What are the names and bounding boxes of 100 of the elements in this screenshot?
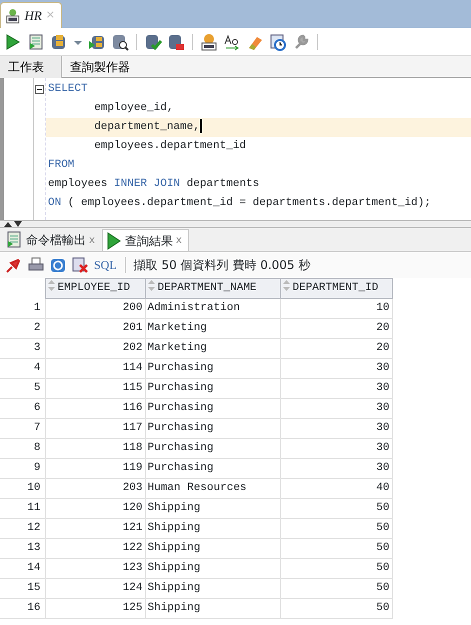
table-cell: Shipping (145, 598, 280, 618)
code-line: employee_id, (93, 101, 174, 116)
sort-icon (48, 280, 54, 292)
table-cell: 30 (280, 438, 392, 458)
table-cell: 50 (280, 598, 392, 618)
table-cell: 40 (280, 478, 392, 498)
database-undo-icon[interactable] (167, 32, 185, 50)
row-number: 1 (0, 298, 45, 318)
table-cell: Purchasing (145, 378, 280, 398)
database-search-icon[interactable] (111, 32, 129, 50)
result-tab[interactable]: 查詢結果 x (102, 229, 189, 251)
table-cell: 30 (280, 358, 392, 378)
database-check-icon[interactable] (144, 32, 162, 50)
table-cell: 30 (280, 398, 392, 418)
table-cell: Purchasing (145, 398, 280, 418)
row-number: 4 (0, 358, 45, 378)
row-number: 8 (0, 438, 45, 458)
row-number: 14 (0, 558, 45, 578)
table-cell: 117 (45, 418, 145, 438)
run-icon (104, 232, 122, 250)
table-cell: 119 (45, 458, 145, 478)
table-cell: 50 (280, 578, 392, 598)
code-line: employees INNER JOIN departments (47, 177, 260, 192)
table-cell: 201 (45, 318, 145, 338)
result-tab[interactable]: 命令檔輸出 x (3, 229, 102, 251)
table-cell: 50 (280, 558, 392, 578)
table-cell: 30 (280, 378, 392, 398)
sort-icon (148, 280, 154, 292)
table-cell: 116 (45, 398, 145, 418)
tab-title: HR (24, 6, 42, 25)
table-cell: Purchasing (145, 358, 280, 378)
document-icon (6, 231, 23, 249)
table-cell: Shipping (145, 558, 280, 578)
table-cell: 125 (45, 598, 145, 618)
table-cell: 123 (45, 558, 145, 578)
code-line: employees.department_id (93, 139, 248, 154)
document-tab[interactable]: HR × (0, 2, 62, 28)
column-header[interactable]: EMPLOYEE_ID (45, 278, 145, 298)
table-cell: 30 (280, 458, 392, 478)
collapse-icon[interactable] (35, 85, 44, 94)
row-number: 10 (0, 478, 45, 498)
row-number: 5 (0, 378, 45, 398)
tab-label: 命令檔輸出 (26, 232, 86, 249)
row-number: 13 (0, 538, 45, 558)
text-cursor (200, 119, 202, 134)
code-line: FROM (47, 158, 76, 173)
column-header[interactable]: DEPARTMENT_NAME (145, 278, 280, 298)
table-cell: 50 (280, 498, 392, 518)
run-icon[interactable] (4, 32, 22, 50)
row-number: 9 (0, 458, 45, 478)
splitter-arrows-icon[interactable] (3, 221, 25, 227)
tab-label: 查詢結果 (124, 232, 173, 250)
print-icon[interactable] (28, 257, 44, 273)
row-number: 12 (0, 518, 45, 538)
column-header[interactable]: DEPARTMENT_ID (280, 278, 392, 298)
table-cell: Human Resources (145, 478, 280, 498)
table-cell: Shipping (145, 498, 280, 518)
table-cell: 50 (280, 518, 392, 538)
table-cell: 114 (45, 358, 145, 378)
table-cell: Shipping (145, 538, 280, 558)
table-cell: Marketing (145, 338, 280, 358)
delete-icon[interactable] (72, 257, 88, 273)
font-case-icon[interactable] (223, 32, 241, 50)
code-line: ON ( employees.department_id = departments.department_id); (47, 196, 432, 211)
row-number: 15 (0, 578, 45, 598)
editor-tab[interactable]: 工作表 (0, 56, 62, 78)
table-cell: 115 (45, 378, 145, 398)
table-cell: 50 (280, 538, 392, 558)
table-cell: 118 (45, 438, 145, 458)
table-cell: 120 (45, 498, 145, 518)
close-button[interactable]: x (176, 233, 182, 248)
table-cell: 20 (280, 318, 392, 338)
row-number: 16 (0, 598, 45, 618)
table-cell: Purchasing (145, 418, 280, 438)
table-cell: Shipping (145, 578, 280, 598)
table-cell: 10 (280, 298, 392, 318)
row-number: 7 (0, 418, 45, 438)
script-icon[interactable] (27, 32, 45, 50)
table-cell: 30 (280, 418, 392, 438)
table-cell: 122 (45, 538, 145, 558)
table-cell: Administration (145, 298, 280, 318)
pin-icon[interactable] (6, 257, 22, 273)
table-cell: 124 (45, 578, 145, 598)
table-cell: Shipping (145, 518, 280, 538)
row-number: 11 (0, 498, 45, 518)
clock-icon[interactable] (269, 32, 287, 50)
table-cell: Marketing (145, 318, 280, 338)
row-number: 3 (0, 338, 45, 358)
row-number: 2 (0, 318, 45, 338)
table-cell: Purchasing (145, 458, 280, 478)
code-line: SELECT (47, 82, 89, 97)
table-cell: 200 (45, 298, 145, 318)
status-text: 擷取 50 個資料列 費時 0.005 秒 (134, 257, 310, 274)
table-cell: 121 (45, 518, 145, 538)
sort-icon (282, 280, 290, 292)
table-cell: Purchasing (145, 438, 280, 458)
editor-tab[interactable]: 查詢製作器 (62, 56, 138, 78)
table-cell: 203 (45, 478, 145, 498)
sql-button[interactable]: SQL (94, 256, 117, 274)
table-cell: 202 (45, 338, 145, 358)
